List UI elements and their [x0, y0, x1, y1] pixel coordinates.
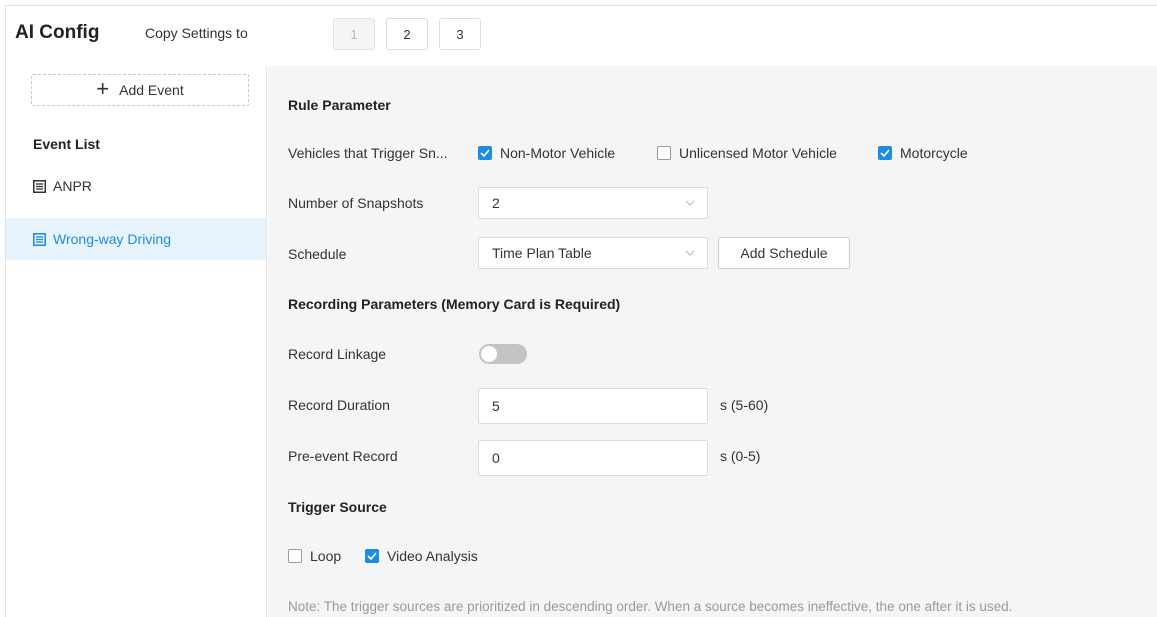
- motorcycle-checkbox[interactable]: Motorcycle: [878, 145, 968, 161]
- non-motor-vehicle-checkbox[interactable]: Non-Motor Vehicle: [478, 145, 615, 161]
- toggle-knob: [481, 346, 497, 362]
- page-title: AI Config: [15, 22, 100, 43]
- chevron-down-icon: [685, 250, 695, 256]
- record-duration-unit: s (5-60): [720, 397, 769, 413]
- schedule-label: Schedule: [288, 246, 347, 262]
- channel-3-button[interactable]: 3: [439, 18, 481, 50]
- rule-parameter-title: Rule Parameter: [288, 97, 391, 113]
- document-icon: [33, 232, 46, 246]
- checkbox-checked-icon: [878, 146, 892, 160]
- checkbox-label: Loop: [310, 548, 342, 564]
- loop-checkbox[interactable]: Loop: [288, 548, 341, 564]
- checkbox-label: Unlicensed Motor Vehicle: [679, 145, 837, 161]
- channel-1-button[interactable]: 1: [333, 18, 375, 50]
- event-item-anpr[interactable]: ANPR: [6, 165, 266, 207]
- record-duration-value: 5: [492, 398, 500, 414]
- copy-settings-label: Copy Settings to: [145, 25, 248, 41]
- event-item-label: Wrong-way Driving: [53, 231, 171, 247]
- pre-event-record-input[interactable]: 0: [478, 440, 708, 476]
- recording-parameters-title: Recording Parameters (Memory Card is Req…: [288, 296, 621, 312]
- add-event-label: Add Event: [119, 82, 184, 98]
- event-item-wrong-way-driving[interactable]: Wrong-way Driving: [6, 218, 266, 260]
- snapshots-value: 2: [492, 195, 500, 211]
- channel-2-button[interactable]: 2: [386, 18, 428, 50]
- header-bar: AI Config Copy Settings to 1 2 3: [6, 6, 1157, 66]
- event-sidebar: + Add Event Event List ANPR Wrong-way Dr…: [6, 66, 267, 617]
- checkbox-checked-icon: [365, 549, 379, 563]
- checkbox-label: Non-Motor Vehicle: [500, 145, 616, 161]
- record-linkage-label: Record Linkage: [288, 346, 387, 362]
- event-list-title: Event List: [33, 136, 100, 152]
- pre-event-record-unit: s (0-5): [720, 448, 761, 464]
- checkbox-unchecked-icon: [657, 146, 671, 160]
- schedule-value: Time Plan Table: [492, 245, 592, 261]
- vehicles-trigger-label: Vehicles that Trigger Sn...: [288, 145, 448, 161]
- main-content: Rule Parameter Vehicles that Trigger Sn.…: [268, 66, 1157, 617]
- pre-event-record-label: Pre-event Record: [288, 448, 398, 464]
- snapshots-label: Number of Snapshots: [288, 195, 424, 211]
- trigger-source-title: Trigger Source: [288, 499, 387, 515]
- pre-event-record-value: 0: [492, 450, 500, 466]
- video-analysis-checkbox[interactable]: Video Analysis: [365, 548, 478, 564]
- checkbox-label: Motorcycle: [900, 145, 968, 161]
- unlicensed-motor-vehicle-checkbox[interactable]: Unlicensed Motor Vehicle: [657, 145, 837, 161]
- chevron-down-icon: [685, 200, 695, 206]
- add-schedule-button[interactable]: Add Schedule: [718, 237, 850, 269]
- schedule-select[interactable]: Time Plan Table: [478, 237, 708, 269]
- snapshots-select[interactable]: 2: [478, 187, 708, 219]
- checkbox-checked-icon: [478, 146, 492, 160]
- record-duration-input[interactable]: 5: [478, 388, 708, 424]
- trigger-note: Note: The trigger sources are prioritize…: [288, 599, 1013, 614]
- record-duration-label: Record Duration: [288, 397, 390, 413]
- record-linkage-toggle[interactable]: [479, 344, 527, 364]
- event-item-label: ANPR: [53, 178, 92, 194]
- checkbox-label: Video Analysis: [387, 548, 478, 564]
- checkbox-unchecked-icon: [288, 549, 302, 563]
- ai-config-panel: AI Config Copy Settings to 1 2 3 + Add E…: [5, 5, 1157, 617]
- plus-icon: +: [96, 76, 110, 101]
- add-event-button[interactable]: + Add Event: [31, 74, 249, 106]
- document-icon: [33, 179, 46, 193]
